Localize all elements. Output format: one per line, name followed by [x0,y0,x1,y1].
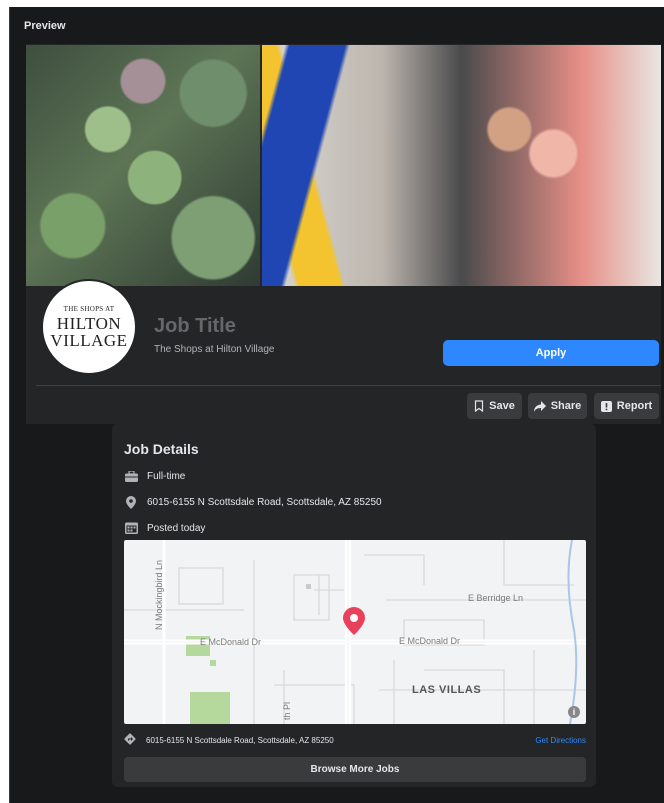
job-details-card: Job Details Full-time 6015-6155 N Scotts… [112,424,596,787]
company-name[interactable]: The Shops at Hilton Village [154,344,274,355]
employment-type-row: Full-time [124,468,185,484]
address-row: 6015-6155 N Scottsdale Road, Scottsdale,… [124,494,382,510]
cover-image-right [262,45,661,286]
logo-line-3: VILLAGE [50,330,128,350]
map-label-berridge: E Berridge Ln [468,593,524,603]
get-directions-link[interactable]: Get Directions [535,736,586,745]
posted-text: Posted today [147,522,206,534]
report-label: Report [616,400,653,412]
address-text: 6015-6155 N Scottsdale Road, Scottsdale,… [147,496,382,508]
logo-line-2: HILTON [56,313,122,333]
report-flag-icon [600,400,612,412]
map-label-las-villas: LAS VILLAS [412,684,482,696]
location-address: 6015-6155 N Scottsdale Road, Scottsdale,… [146,735,334,745]
save-label: Save [489,400,515,412]
map-label-pl: th Pl [282,701,292,720]
logo-line-1: THE SHOPS AT [63,304,115,313]
browse-more-jobs-button[interactable]: Browse More Jobs [124,757,586,782]
location-map[interactable]: N Mockingbird Ln E Berridge Ln E McDonal… [124,540,586,724]
map-label-mcdonald-west: E McDonald Dr [200,637,262,647]
job-details-heading: Job Details [124,441,199,457]
employment-type: Full-time [147,470,186,482]
map-label-mcdonald-east: E McDonald Dr [399,636,461,646]
cover-image-left [26,45,260,286]
divider [36,385,661,386]
share-arrow-icon [533,400,546,412]
calendar-icon [124,521,138,535]
bookmark-icon [474,400,484,412]
directions-icon [124,733,136,747]
briefcase-icon [124,469,138,483]
share-button[interactable]: Share [528,393,587,419]
report-button[interactable]: Report [594,393,659,419]
preview-panel: Preview THE SHOPS AT HILTON VILLAGE Job … [9,7,664,803]
posted-row: Posted today [124,520,205,536]
location-row: 6015-6155 N Scottsdale Road, Scottsdale,… [124,733,586,747]
map-info-icon[interactable]: i [568,706,580,718]
share-label: Share [550,400,582,412]
location-pin-icon [124,495,138,509]
map-label-mockingbird: N Mockingbird Ln [154,559,164,630]
save-button[interactable]: Save [467,393,522,419]
preview-label: Preview [24,20,66,32]
apply-button[interactable]: Apply [443,340,659,366]
job-title: Job Title [154,315,236,337]
company-logo: THE SHOPS AT HILTON VILLAGE [41,279,137,375]
